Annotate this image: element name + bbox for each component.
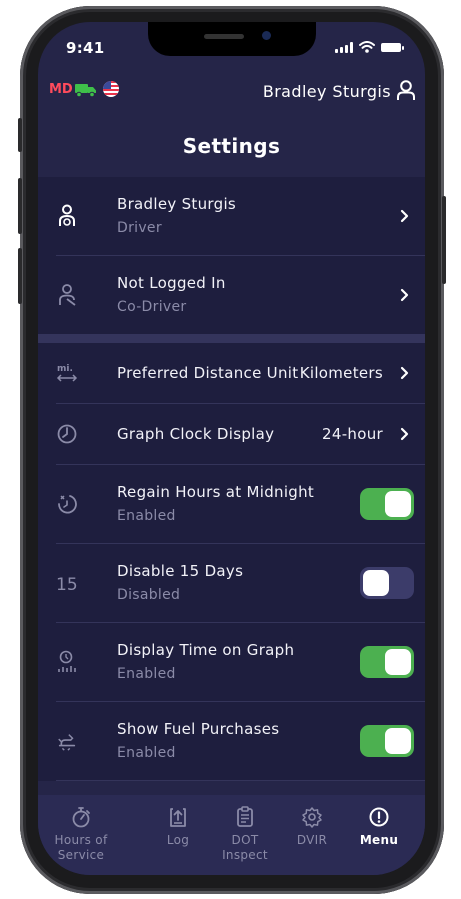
tab-label: Hours of Service	[54, 833, 108, 862]
user-icon[interactable]	[396, 79, 416, 101]
status-icons	[335, 41, 404, 53]
front-camera	[261, 31, 271, 40]
codriver-name: Not Logged In	[117, 274, 226, 292]
clock-icon	[56, 423, 78, 445]
tab-log[interactable]: Log	[145, 805, 211, 848]
truck-icon[interactable]	[75, 83, 97, 97]
gear-icon	[302, 807, 322, 828]
setting-label: Disable 15 Days	[117, 562, 244, 580]
driver-name: Bradley Sturgis	[117, 195, 237, 213]
svg-text:mi.: mi.	[57, 364, 73, 374]
setting-status: Enabled	[117, 745, 176, 761]
codriver-role: Co-Driver	[117, 299, 187, 315]
setting-value: 24-hour	[322, 425, 383, 443]
setting-status: Disabled	[117, 587, 181, 603]
setting-distance-unit[interactable]: mi. Preferred Distance Unit Kilometers	[56, 343, 425, 404]
us-flag-icon[interactable]	[102, 80, 120, 98]
setting-graph-clock[interactable]: Graph Clock Display 24-hour	[56, 404, 425, 465]
setting-regain-hours: Regain Hours at Midnight Enabled	[56, 465, 425, 544]
chevron-right-icon	[400, 366, 409, 380]
tab-menu[interactable]: Menu	[346, 805, 412, 848]
setting-status: Enabled	[117, 666, 176, 682]
current-user-name[interactable]: Bradley Sturgis	[263, 82, 391, 101]
svg-text:15: 15	[56, 575, 78, 594]
toggle-knob	[385, 728, 411, 754]
log-icon	[170, 808, 186, 827]
regain-hours-toggle[interactable]	[360, 488, 414, 520]
info-icon	[369, 807, 389, 827]
setting-label: Preferred Distance Unit	[117, 364, 299, 382]
setting-value: Kilometers	[299, 364, 383, 382]
setting-label: Display Time on Graph	[117, 641, 295, 659]
fuel-purchases-toggle[interactable]	[360, 725, 414, 757]
tab-label: Log	[166, 833, 190, 847]
setting-label: Show Fuel Purchases	[117, 720, 280, 738]
driver-row[interactable]: Bradley Sturgis Driver	[56, 177, 425, 256]
tab-dvir[interactable]: DVIR	[279, 805, 345, 848]
region-code: MD	[49, 82, 73, 97]
codriver-icon	[56, 284, 78, 306]
setting-label: Regain Hours at Midnight	[117, 483, 315, 501]
driver-icon	[56, 204, 78, 227]
driver-role: Driver	[117, 220, 162, 236]
setting-display-time: Display Time on Graph Enabled	[56, 623, 425, 702]
fifteen-days-icon: 15	[56, 572, 78, 594]
setting-status: Enabled	[117, 508, 176, 524]
power-button	[442, 196, 446, 284]
setting-label: Graph Clock Display	[117, 425, 275, 443]
setting-fuel-purchases: Show Fuel Purchases Enabled	[56, 702, 425, 781]
clipboard-icon	[237, 806, 253, 827]
stopwatch-icon	[72, 807, 90, 828]
notch	[147, 22, 316, 56]
chevron-right-icon	[400, 427, 409, 441]
tab-dot-inspect[interactable]: DOT Inspect	[212, 805, 278, 863]
toggle-knob	[363, 570, 389, 596]
tab-label: DOT Inspect	[222, 833, 268, 862]
speaker	[203, 34, 244, 39]
setting-disable-15-days: 15 Disable 15 Days Disabled	[56, 544, 425, 623]
volume-down-button	[18, 248, 22, 304]
signal-icon	[335, 41, 353, 53]
tab-hours-of-service[interactable]: Hours of Service	[48, 805, 114, 863]
silent-switch	[18, 118, 22, 152]
top-bar: MD Bradley Sturgis	[38, 74, 425, 108]
tab-label: Menu	[359, 833, 399, 847]
bottom-tab-bar: Hours of Service Log DOT Inspect DVIR Me…	[38, 795, 425, 875]
chevron-right-icon	[400, 288, 409, 302]
section-divider	[38, 334, 425, 343]
settings-list: Bradley Sturgis Driver Not Logged In Co-…	[38, 177, 425, 781]
toggle-knob	[385, 491, 411, 517]
volume-up-button	[18, 178, 22, 234]
app-screen: 9:41 MD Bradley Sturgis Settings Bradley…	[38, 22, 425, 875]
page-title: Settings	[182, 134, 281, 158]
disable-15-days-toggle[interactable]	[360, 567, 414, 599]
battery-icon	[381, 42, 404, 52]
display-time-toggle[interactable]	[360, 646, 414, 678]
toggle-knob	[385, 649, 411, 675]
wifi-icon	[359, 41, 375, 53]
codriver-row[interactable]: Not Logged In Co-Driver	[56, 256, 425, 334]
status-time: 9:41	[66, 39, 105, 57]
graph-time-icon	[56, 650, 78, 673]
midnight-icon	[56, 493, 78, 515]
chevron-right-icon	[400, 209, 409, 223]
fuel-icon	[56, 730, 78, 752]
tab-label: DVIR	[296, 833, 328, 847]
distance-unit-icon: mi.	[56, 362, 78, 384]
